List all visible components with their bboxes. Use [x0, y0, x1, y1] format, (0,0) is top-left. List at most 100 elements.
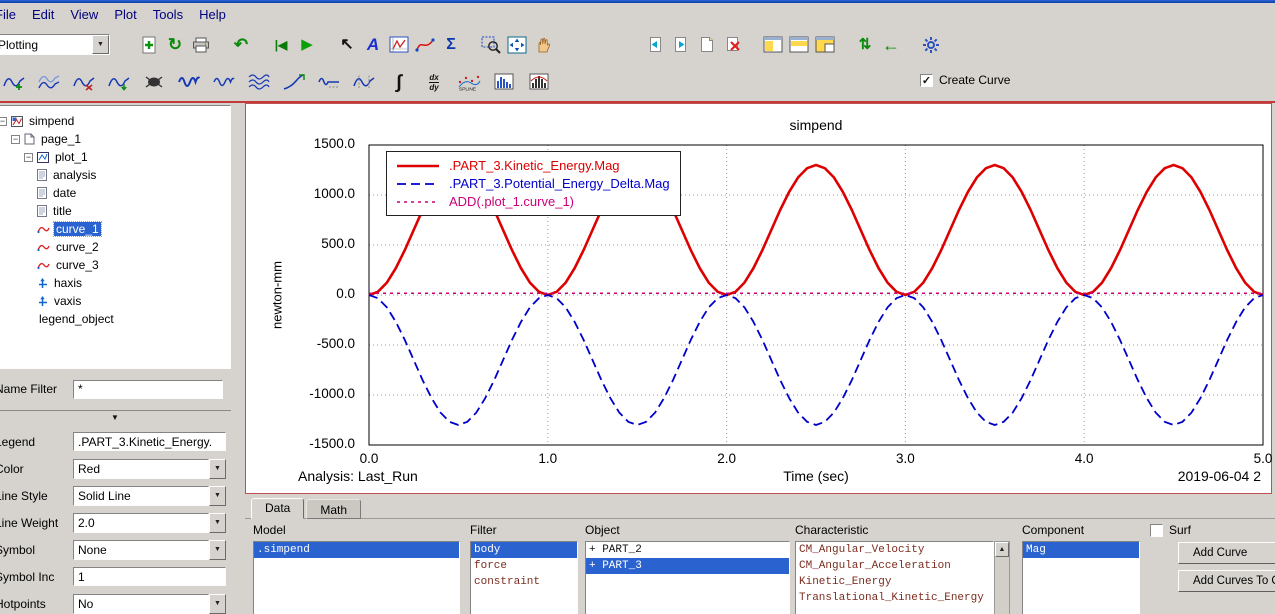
menu-view[interactable]: View: [62, 7, 106, 22]
filter-list-item[interactable]: body: [471, 542, 577, 558]
create-curve-checkbox[interactable]: Create Curve: [920, 73, 1010, 87]
fit-view-icon[interactable]: [504, 32, 530, 58]
tree-node-title[interactable]: title: [0, 202, 230, 220]
tree-node-page_1[interactable]: page_1: [0, 130, 230, 148]
curve-shift-icon[interactable]: [106, 69, 132, 95]
filter-list[interactable]: bodyforceconstraint: [470, 541, 578, 614]
plot-legend[interactable]: .PART_3.Kinetic_Energy.Mag.PART_3.Potent…: [386, 151, 681, 216]
object-list-item[interactable]: + PART_2: [586, 542, 789, 558]
layout-single-icon[interactable]: [760, 32, 786, 58]
tree-node-haxis[interactable]: haxis: [0, 274, 230, 292]
line-style-select[interactable]: Solid Line: [73, 486, 226, 506]
tree-node-date[interactable]: date: [0, 184, 230, 202]
filter-chart-icon[interactable]: [526, 69, 552, 95]
name-filter-input[interactable]: [73, 380, 223, 399]
curve-edit-icon[interactable]: [412, 32, 438, 58]
page-next-icon[interactable]: [668, 32, 694, 58]
tree-node-plot_1[interactable]: plot_1: [0, 148, 230, 166]
color-select[interactable]: Red: [73, 459, 226, 479]
chevron-down-icon[interactable]: [209, 513, 226, 533]
tab-data[interactable]: Data: [251, 498, 304, 519]
object-list[interactable]: + PART_2+ PART_3: [585, 541, 790, 614]
add-curve-button[interactable]: Add Curve: [1178, 542, 1275, 564]
undo-icon[interactable]: ↶: [228, 32, 254, 58]
layout-overlay-icon[interactable]: [812, 32, 838, 58]
characteristic-list-item[interactable]: Kinetic_Energy: [796, 574, 993, 590]
curve-trim-icon[interactable]: [141, 69, 167, 95]
characteristic-list-item[interactable]: Translational_Kinetic_Energy: [796, 590, 993, 606]
tree-node-curve_1[interactable]: curve_1: [0, 220, 230, 238]
fft-chart-icon[interactable]: [491, 69, 517, 95]
tree-node-analysis[interactable]: analysis: [0, 166, 230, 184]
tree-node-simpend[interactable]: simpend: [0, 112, 230, 130]
layout-split-icon[interactable]: [786, 32, 812, 58]
menu-tools[interactable]: Tools: [145, 7, 191, 22]
hotpoints-select[interactable]: No: [73, 594, 226, 614]
integral-icon[interactable]: ∫: [386, 69, 412, 95]
expander-minus-icon[interactable]: [24, 153, 33, 162]
delete-sheet-icon[interactable]: [720, 32, 746, 58]
wave-clip-icon[interactable]: [351, 69, 377, 95]
surf-checkbox[interactable]: Surf: [1150, 523, 1275, 537]
expander-minus-icon[interactable]: [0, 117, 7, 126]
characteristic-list-item[interactable]: CM_Angular_Acceleration: [796, 558, 993, 574]
characteristic-list-item[interactable]: CM_Angular_Velocity: [796, 542, 993, 558]
menu-edit[interactable]: Edit: [24, 7, 62, 22]
checkbox-icon[interactable]: [1150, 524, 1163, 537]
zoom-box-icon[interactable]: [478, 32, 504, 58]
refresh-icon[interactable]: ↻: [162, 32, 188, 58]
menu-plot[interactable]: Plot: [106, 7, 144, 22]
filter-list-item[interactable]: force: [471, 558, 577, 574]
menu-help[interactable]: Help: [191, 7, 234, 22]
chevron-down-icon[interactable]: [209, 594, 226, 614]
model-list-item[interactable]: .simpend: [254, 542, 459, 558]
panel-splitter[interactable]: [0, 410, 231, 422]
component-list-item[interactable]: Mag: [1023, 542, 1139, 558]
select-cursor-icon[interactable]: ↖: [334, 32, 360, 58]
expander-minus-icon[interactable]: [11, 135, 20, 144]
menu-file[interactable]: File: [0, 7, 24, 22]
scrollbar-track[interactable]: [995, 557, 1009, 614]
tree-node-vaxis[interactable]: vaxis: [0, 292, 230, 310]
wave-flatten-icon[interactable]: [316, 69, 342, 95]
sum-icon[interactable]: Σ: [438, 32, 464, 58]
play-icon[interactable]: ▶: [294, 32, 320, 58]
component-list[interactable]: Mag: [1022, 541, 1140, 614]
derivative-icon[interactable]: dxdy: [421, 69, 447, 95]
collapse-arrow-icon[interactable]: [111, 407, 119, 425]
curve-offset-icon[interactable]: [36, 69, 62, 95]
plot-template-icon[interactable]: [386, 32, 412, 58]
filter-list-item[interactable]: constraint: [471, 574, 577, 590]
legend-input[interactable]: [73, 432, 226, 451]
wave-stack-icon[interactable]: [246, 69, 272, 95]
back-icon[interactable]: ←: [878, 32, 904, 58]
mode-select[interactable]: Plotting: [0, 34, 110, 55]
skip-start-icon[interactable]: |◀: [268, 32, 294, 58]
chevron-down-icon[interactable]: [209, 486, 226, 506]
sine-wave-icon[interactable]: [176, 69, 202, 95]
object-list-item[interactable]: + PART_3: [586, 558, 789, 574]
model-list[interactable]: .simpend: [253, 541, 460, 614]
add-page-icon[interactable]: [136, 32, 162, 58]
tab-math[interactable]: Math: [306, 499, 361, 519]
double-wave-icon[interactable]: [211, 69, 237, 95]
symbol-inc-input[interactable]: [73, 567, 226, 586]
scroll-up-icon[interactable]: [995, 542, 1009, 557]
characteristic-scrollbar[interactable]: [994, 541, 1010, 614]
tree-node-curve_2[interactable]: curve_2: [0, 238, 230, 256]
characteristic-list[interactable]: CM_Angular_VelocityCM_Angular_Accelerati…: [795, 541, 994, 614]
swap-view-icon[interactable]: ⇅: [852, 32, 878, 58]
page-prev-icon[interactable]: [642, 32, 668, 58]
tree-node-curve_3[interactable]: curve_3: [0, 256, 230, 274]
chevron-down-icon[interactable]: [92, 35, 109, 54]
line-weight-select[interactable]: 2.0: [73, 513, 226, 533]
chevron-down-icon[interactable]: [209, 540, 226, 560]
chevron-down-icon[interactable]: [209, 459, 226, 479]
curve-multiply-icon[interactable]: [71, 69, 97, 95]
checkbox-icon[interactable]: [920, 74, 933, 87]
tree-node-legend_object[interactable]: legend_object: [0, 310, 230, 328]
new-sheet-icon[interactable]: [694, 32, 720, 58]
curve-add-icon[interactable]: [1, 69, 27, 95]
spline-icon[interactable]: SPLINE: [456, 69, 482, 95]
add-curves-to-current-button[interactable]: Add Curves To Curren: [1178, 570, 1275, 592]
